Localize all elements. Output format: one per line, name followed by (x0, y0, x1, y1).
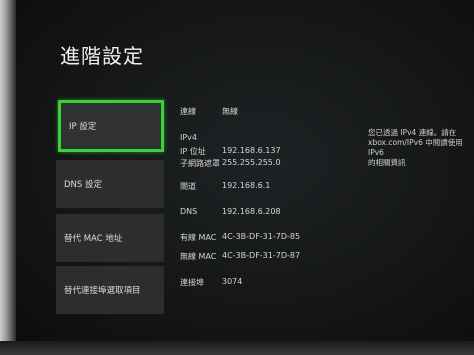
page-title: 進階設定 (60, 44, 144, 68)
menu-item-label: 替代連接埠選取項目 (64, 286, 141, 296)
menu-item-alternate-mac[interactable]: 替代 MAC 地址 (56, 214, 164, 262)
tv-bezel-bottom (0, 341, 474, 355)
wireless-mac-label: 無線 MAC (180, 252, 217, 261)
menu-item-label: DNS 設定 (64, 180, 103, 190)
menu-item-label: 替代 MAC 地址 (64, 234, 123, 244)
hint-line: 的相關資訊 (368, 158, 406, 167)
gateway-label: 閘道 (180, 182, 196, 191)
port-label: 連接埠 (180, 278, 204, 287)
connection-value: 無線 (222, 107, 238, 116)
dns-label: DNS (180, 207, 198, 216)
hint-line: xbox.com/IPv6 中閱讀使用 IPv6 (368, 138, 463, 157)
subnet-label: 子網路遮罩 (180, 159, 220, 168)
ipv6-hint: 您已透過 IPv4 連線。請在 xbox.com/IPv6 中閱讀使用 IPv6… (368, 128, 468, 168)
wired-mac-value: 4C-3B-DF-31-7D-85 (222, 232, 301, 241)
menu-item-dns-settings[interactable]: DNS 設定 (56, 160, 164, 208)
port-value: 3074 (222, 277, 243, 286)
hint-line: 您已透過 IPv4 連線。請在 (368, 128, 457, 137)
ip-address-label: IP 位址 (180, 147, 206, 156)
menu-item-alternate-port[interactable]: 替代連接埠選取項目 (56, 266, 164, 314)
wireless-mac-value: 4C-3B-DF-31-7D-87 (222, 251, 301, 260)
tv-bezel-left (0, 0, 16, 355)
menu-item-ip-settings[interactable]: IP 設定 (58, 100, 164, 152)
ip-address-value: 192.168.6.137 (222, 146, 281, 155)
gateway-value: 192.168.6.1 (222, 181, 271, 190)
menu-item-label: IP 設定 (69, 122, 97, 132)
wired-mac-label: 有線 MAC (180, 233, 217, 242)
connection-label: 連線 (180, 107, 196, 116)
dns-value: 192.168.6.208 (222, 207, 281, 216)
subnet-value: 255.255.255.0 (222, 158, 281, 167)
